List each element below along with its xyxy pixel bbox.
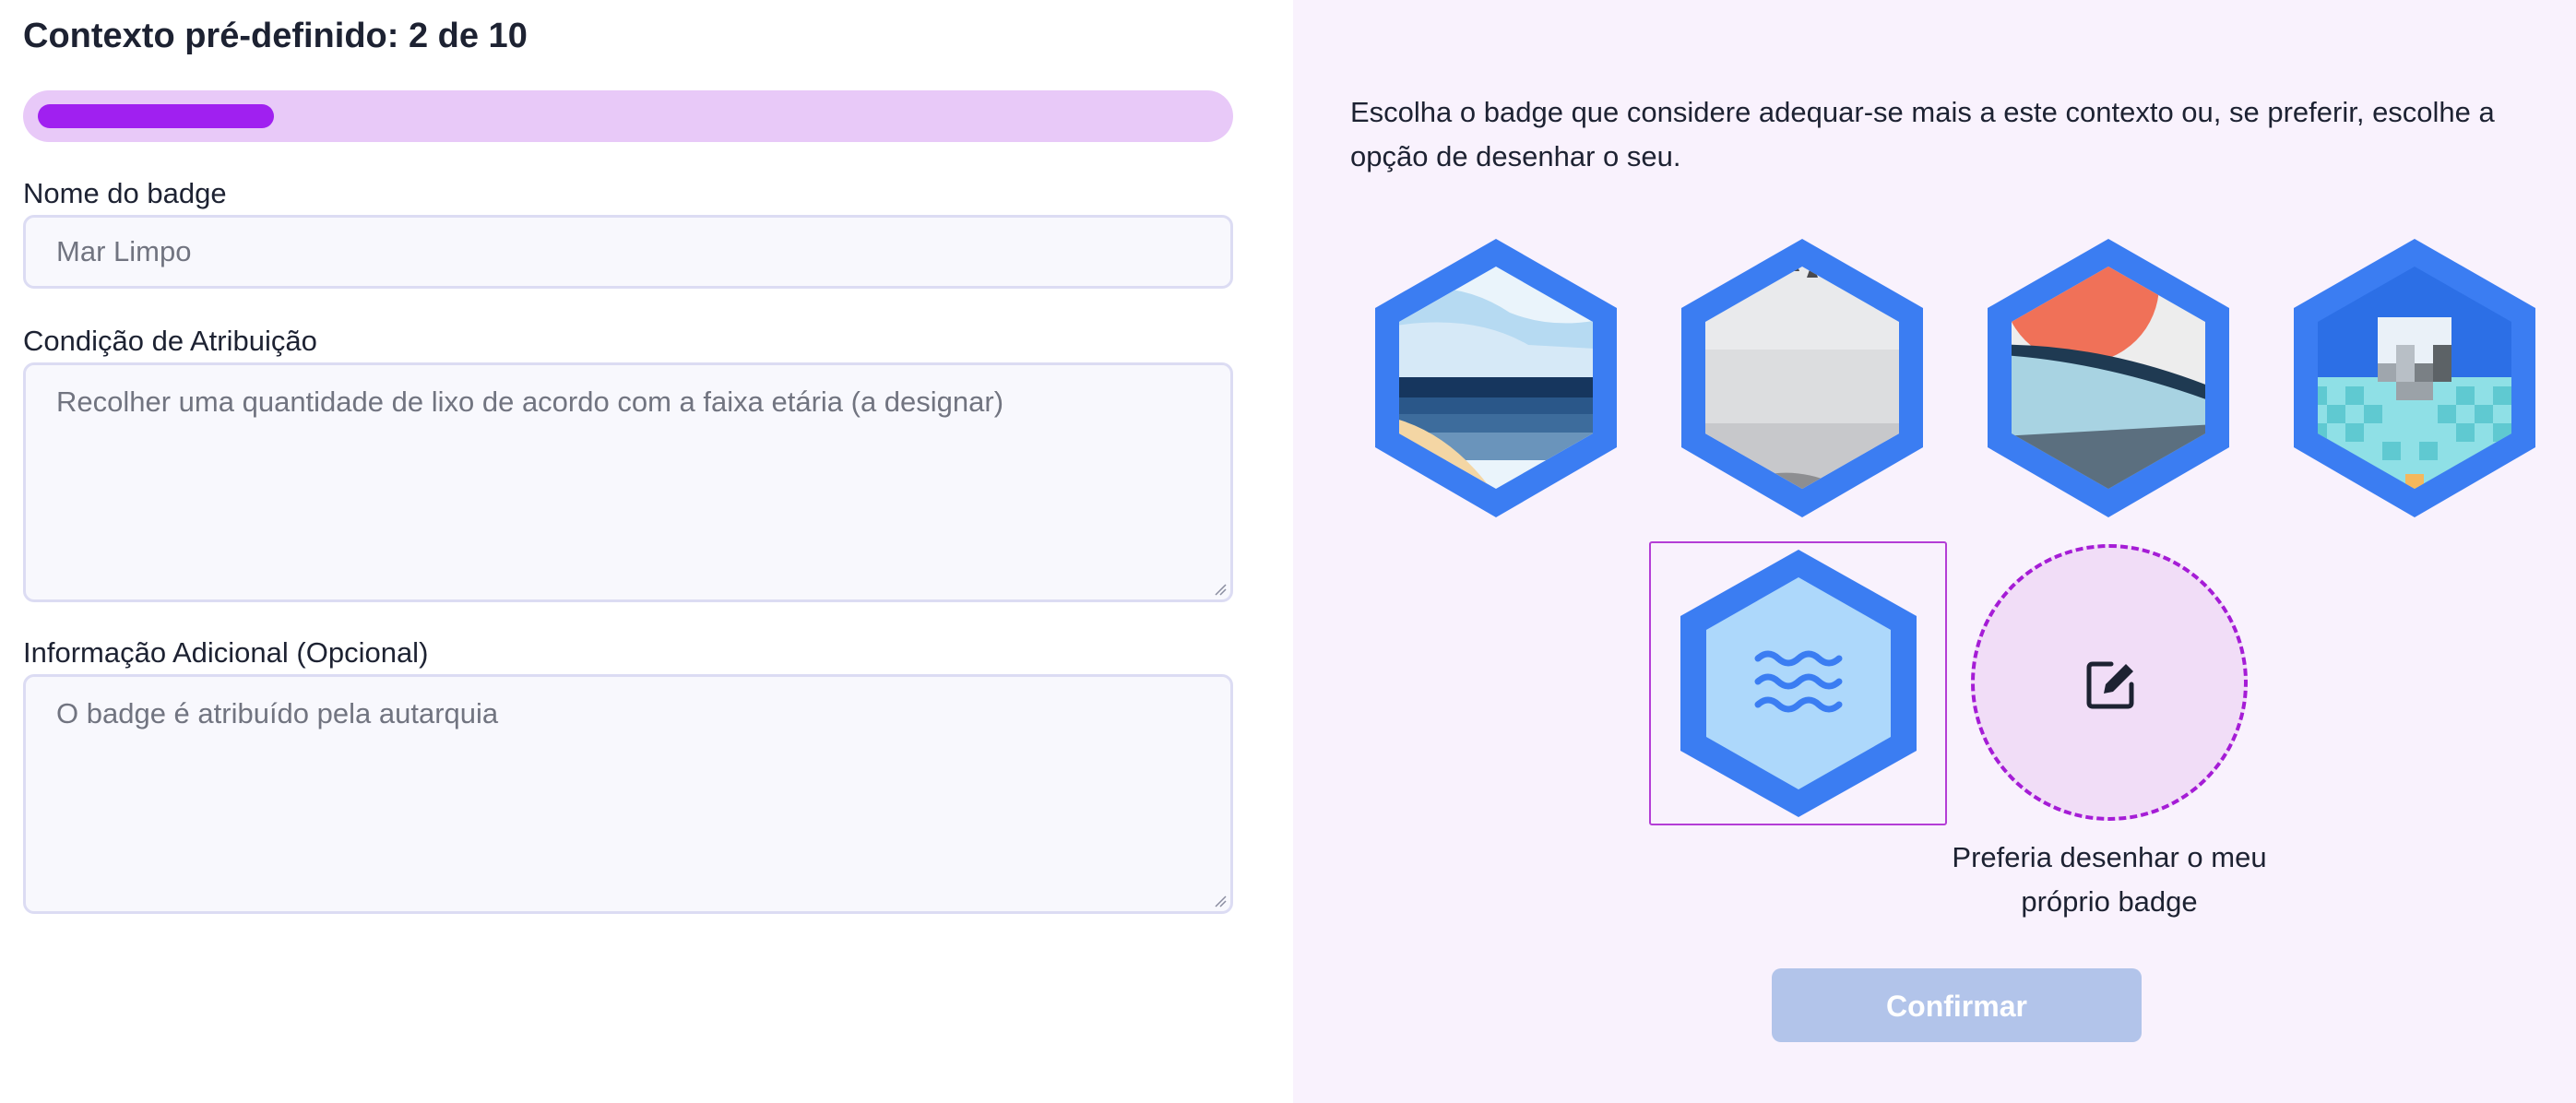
progress-bar-fill	[38, 104, 274, 128]
badge-name-input[interactable]: Mar Limpo	[23, 215, 1233, 289]
chooser-intro-text: Escolha o badge que considere adequar-se…	[1350, 96, 2495, 172]
additional-info-text: O badge é atribuído pela autarquia	[56, 697, 499, 729]
condition-textarea[interactable]: Recolher uma quantidade de lixo de acord…	[23, 362, 1233, 602]
draw-own-badge-button[interactable]	[1971, 544, 2248, 821]
condition-text: Recolher uma quantidade de lixo de acord…	[56, 385, 1004, 418]
pixel-iceberg-image-icon	[2294, 239, 2535, 517]
badge-option-sunset[interactable]	[1984, 239, 2233, 517]
additional-info-textarea[interactable]: O badge é atribuído pela autarquia	[23, 674, 1233, 914]
foggy-landscape-image-icon	[1681, 239, 1923, 517]
resize-handle-icon[interactable]	[1214, 583, 1227, 596]
page-title: Contexto pré-definido: 2 de 10	[23, 17, 528, 55]
sunset-waves-image-icon	[1988, 239, 2229, 517]
progress-bar	[23, 90, 1233, 142]
condition-label: Condição de Atribuição	[23, 325, 317, 357]
badge-option-fog[interactable]	[1678, 239, 1927, 517]
badge-option-beach[interactable]	[1371, 239, 1620, 517]
beach-sea-image-icon	[1375, 239, 1617, 517]
badge-option-waves[interactable]	[1677, 550, 1920, 817]
edit-pencil-icon	[2086, 661, 2134, 709]
draw-own-badge-label: Preferia desenhar o meu próprio badge	[1952, 841, 2267, 918]
confirm-button[interactable]: Confirmar	[1772, 968, 2142, 1042]
additional-info-label: Informação Adicional (Opcional)	[23, 636, 429, 669]
badge-option-pixel[interactable]	[2290, 239, 2539, 517]
form-panel: Contexto pré-definido: 2 de 10 Nome do b…	[0, 0, 1293, 1103]
badge-name-label: Nome do badge	[23, 177, 227, 209]
resize-handle-icon[interactable]	[1214, 895, 1227, 907]
water-waves-icon	[1680, 550, 1917, 817]
